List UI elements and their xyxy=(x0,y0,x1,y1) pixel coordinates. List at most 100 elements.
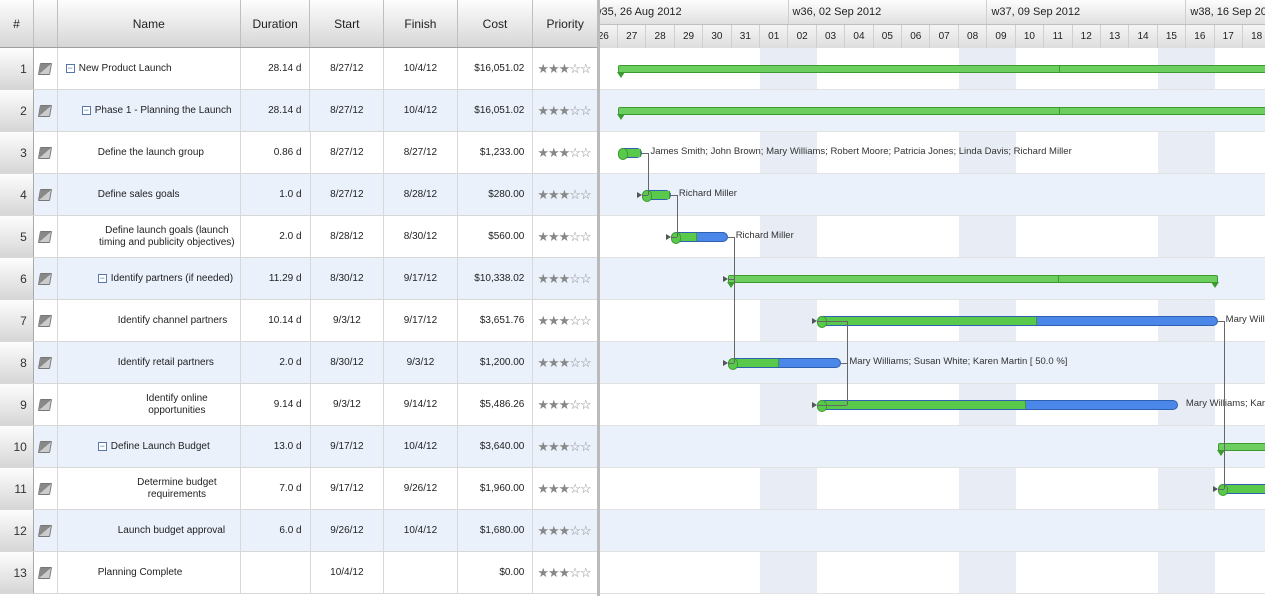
cost-cell[interactable]: $5,486.26 xyxy=(458,384,534,425)
cost-cell[interactable]: $560.00 xyxy=(458,216,534,257)
duration-cell[interactable]: 0.86 d xyxy=(241,132,311,173)
priority-cell[interactable]: ★★★☆☆ xyxy=(533,48,597,89)
task-bar[interactable] xyxy=(618,148,642,158)
task-row[interactable]: 4Define sales goals1.0 d8/27/128/28/12$2… xyxy=(0,174,597,216)
start-cell[interactable]: 10/4/12 xyxy=(311,552,385,593)
outline-toggle[interactable]: − xyxy=(98,274,107,283)
task-name-cell[interactable]: −New Product Launch xyxy=(58,48,241,89)
task-bar[interactable] xyxy=(1218,484,1265,494)
row-flag-cell[interactable] xyxy=(34,552,58,593)
finish-cell[interactable]: 9/14/12 xyxy=(384,384,458,425)
task-row[interactable]: 13Planning Complete10/4/12$0.00★★★☆☆ xyxy=(0,552,597,594)
start-cell[interactable]: 8/30/12 xyxy=(311,258,385,299)
gantt-chart[interactable]: w35, 26 Aug 2012w36, 02 Sep 2012w37, 09 … xyxy=(600,0,1265,596)
start-cell[interactable]: 8/27/12 xyxy=(311,132,385,173)
cost-cell[interactable]: $1,680.00 xyxy=(458,510,534,551)
duration-cell[interactable]: 7.0 d xyxy=(241,468,311,509)
duration-cell[interactable]: 2.0 d xyxy=(241,342,311,383)
row-flag-cell[interactable] xyxy=(34,510,58,551)
cost-cell[interactable]: $3,640.00 xyxy=(458,426,534,467)
outline-toggle[interactable]: − xyxy=(66,64,75,73)
task-name-cell[interactable]: Identify channel partners xyxy=(58,300,241,341)
start-cell[interactable]: 9/3/12 xyxy=(311,384,385,425)
cost-cell[interactable]: $3,651.76 xyxy=(458,300,534,341)
row-flag-cell[interactable] xyxy=(34,174,58,215)
start-cell[interactable]: 8/27/12 xyxy=(310,48,384,89)
finish-cell[interactable]: 8/28/12 xyxy=(384,174,458,215)
start-cell[interactable]: 8/30/12 xyxy=(311,342,385,383)
task-row[interactable]: 10−Define Launch Budget13.0 d9/17/1210/4… xyxy=(0,426,597,468)
task-row[interactable]: 8Identify retail partners2.0 d8/30/129/3… xyxy=(0,342,597,384)
duration-cell[interactable]: 9.14 d xyxy=(241,384,311,425)
row-flag-cell[interactable] xyxy=(34,426,58,467)
finish-cell[interactable]: 9/17/12 xyxy=(384,300,458,341)
duration-cell[interactable]: 1.0 d xyxy=(241,174,311,215)
task-name-cell[interactable]: Determine budget requirements xyxy=(58,468,241,509)
cost-cell[interactable]: $16,051.02 xyxy=(458,90,534,131)
priority-cell[interactable]: ★★★☆☆ xyxy=(533,468,597,509)
summary-bar[interactable] xyxy=(618,107,1265,115)
priority-cell[interactable]: ★★★☆☆ xyxy=(533,510,597,551)
task-bar[interactable] xyxy=(671,232,728,242)
task-row[interactable]: 2−Phase 1 - Planning the Launch28.14 d8/… xyxy=(0,90,597,132)
cost-cell[interactable]: $16,051.02 xyxy=(458,48,534,89)
cost-cell[interactable]: $280.00 xyxy=(458,174,534,215)
outline-toggle[interactable]: − xyxy=(98,442,107,451)
row-flag-cell[interactable] xyxy=(34,132,58,173)
outline-toggle[interactable]: − xyxy=(82,106,91,115)
finish-cell[interactable]: 8/30/12 xyxy=(384,216,458,257)
task-name-cell[interactable]: Identify online opportunities xyxy=(58,384,241,425)
finish-cell[interactable] xyxy=(384,552,458,593)
summary-bar[interactable] xyxy=(618,65,1265,73)
summary-bar[interactable] xyxy=(728,275,1218,283)
task-row[interactable]: 9Identify online opportunities9.14 d9/3/… xyxy=(0,384,597,426)
col-header-duration[interactable]: Duration xyxy=(241,0,311,47)
row-flag-cell[interactable] xyxy=(34,384,58,425)
row-flag-cell[interactable] xyxy=(34,258,58,299)
finish-cell[interactable]: 9/26/12 xyxy=(384,468,458,509)
priority-cell[interactable]: ★★★☆☆ xyxy=(533,300,597,341)
col-header-flag[interactable] xyxy=(34,0,58,47)
row-flag-cell[interactable] xyxy=(34,342,58,383)
duration-cell[interactable]: 6.0 d xyxy=(241,510,311,551)
task-name-cell[interactable]: Launch budget approval xyxy=(58,510,241,551)
duration-cell[interactable]: 2.0 d xyxy=(241,216,311,257)
row-flag-cell[interactable] xyxy=(34,300,58,341)
finish-cell[interactable]: 10/4/12 xyxy=(384,426,458,467)
task-row[interactable]: 1−New Product Launch28.14 d8/27/1210/4/1… xyxy=(0,48,597,90)
duration-cell[interactable]: 11.29 d xyxy=(241,258,311,299)
task-bar[interactable] xyxy=(642,190,670,200)
priority-cell[interactable]: ★★★☆☆ xyxy=(533,258,597,299)
col-header-priority[interactable]: Priority xyxy=(533,0,597,47)
task-name-cell[interactable]: −Identify partners (if needed) xyxy=(58,258,241,299)
task-bar[interactable] xyxy=(817,400,1178,410)
duration-cell[interactable]: 28.14 d xyxy=(241,90,311,131)
cost-cell[interactable]: $1,233.00 xyxy=(458,132,534,173)
start-cell[interactable]: 9/17/12 xyxy=(311,426,385,467)
finish-cell[interactable]: 9/3/12 xyxy=(384,342,458,383)
priority-cell[interactable]: ★★★☆☆ xyxy=(533,132,597,173)
finish-cell[interactable]: 10/4/12 xyxy=(384,510,458,551)
duration-cell[interactable]: 28.14 d xyxy=(241,48,311,89)
start-cell[interactable]: 8/27/12 xyxy=(311,174,385,215)
gantt-body[interactable]: James Smith; John Brown; Mary Williams; … xyxy=(600,48,1265,594)
task-row[interactable]: 6−Identify partners (if needed)11.29 d8/… xyxy=(0,258,597,300)
task-name-cell[interactable]: −Phase 1 - Planning the Launch xyxy=(58,90,241,131)
col-header-cost[interactable]: Cost xyxy=(458,0,534,47)
priority-cell[interactable]: ★★★☆☆ xyxy=(533,552,597,593)
col-header-name[interactable]: Name xyxy=(58,0,241,47)
col-header-finish[interactable]: Finish xyxy=(384,0,458,47)
priority-cell[interactable]: ★★★☆☆ xyxy=(533,384,597,425)
duration-cell[interactable] xyxy=(241,552,311,593)
finish-cell[interactable]: 8/27/12 xyxy=(384,132,458,173)
cost-cell[interactable]: $1,960.00 xyxy=(458,468,534,509)
task-name-cell[interactable]: Planning Complete xyxy=(58,552,241,593)
row-flag-cell[interactable] xyxy=(34,468,58,509)
cost-cell[interactable]: $10,338.02 xyxy=(458,258,534,299)
start-cell[interactable]: 9/3/12 xyxy=(311,300,385,341)
row-flag-cell[interactable] xyxy=(34,48,58,89)
finish-cell[interactable]: 10/4/12 xyxy=(384,48,458,89)
finish-cell[interactable]: 9/17/12 xyxy=(384,258,458,299)
row-flag-cell[interactable] xyxy=(34,90,58,131)
start-cell[interactable]: 9/26/12 xyxy=(311,510,385,551)
